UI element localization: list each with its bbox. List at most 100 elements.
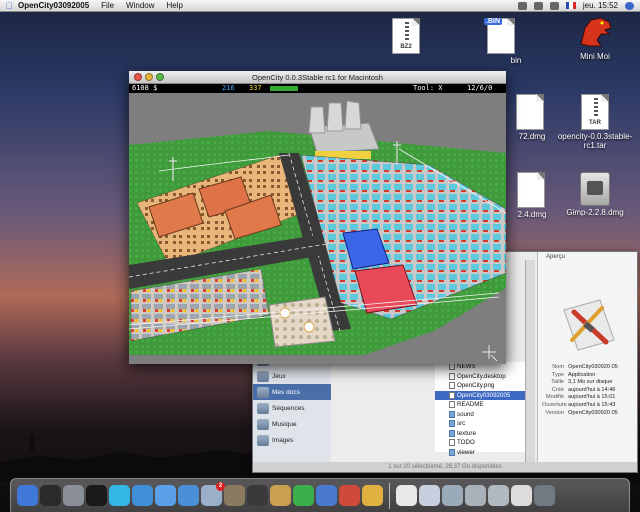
file-name: TODO <box>457 439 475 447</box>
menu-clock[interactable]: jeu. 15:52 <box>583 1 618 10</box>
finder-status-bar: 1 sur 20 sélectionné, 26,37 Go disponibl… <box>253 462 637 472</box>
finder-icon[interactable] <box>17 485 38 506</box>
bz2-archive-icon: BZ2 <box>392 18 420 54</box>
file-icon <box>449 372 455 380</box>
skype-icon[interactable] <box>109 485 130 506</box>
close-button[interactable] <box>134 73 142 81</box>
music-folder-icon <box>257 418 269 430</box>
menu-help[interactable]: Help <box>167 1 183 10</box>
file-row[interactable]: sound <box>435 410 525 420</box>
address-book-icon[interactable] <box>224 485 245 506</box>
file-name: README <box>457 401 484 409</box>
sidebar-item[interactable]: Musique <box>253 416 331 432</box>
file-row[interactable]: OpenCity03092005 <box>435 390 525 400</box>
sidebar-item[interactable]: Jeux <box>253 368 331 384</box>
menu-window[interactable]: Window <box>126 1 154 10</box>
tar-archive-icon: TAR <box>581 94 609 130</box>
bluetooth-icon[interactable] <box>517 1 527 10</box>
desktop-icon-opencity-tar[interactable]: TAR opencity-0.0.3stable-rc1.tar <box>555 94 635 150</box>
window-thumb-icon-2[interactable] <box>465 485 486 506</box>
preview-metadata: Nom OpenCity030920 05 Type Application Taill… <box>542 364 636 417</box>
metadata-key: Ouverture <box>542 401 567 408</box>
bin-file-icon: .BIN <box>484 18 515 54</box>
hud-commercial: 216 <box>222 84 235 92</box>
application-icon <box>563 299 615 351</box>
iphoto-icon[interactable] <box>316 485 337 506</box>
metadata-key: Nom <box>552 364 564 370</box>
photo-icon[interactable] <box>247 485 268 506</box>
weather-icon[interactable] <box>155 485 176 506</box>
file-row[interactable]: texture <box>435 429 525 439</box>
preview-icon[interactable] <box>270 485 291 506</box>
window-thumb-icon-1[interactable] <box>442 485 463 506</box>
dock-separator <box>389 482 390 509</box>
mail-icon[interactable]: 2 <box>201 482 225 506</box>
opencity-titlebar[interactable]: OpenCity 0.0.3Stable rc1 for Macintosh <box>129 71 506 84</box>
file-name: NEWS <box>457 363 476 371</box>
metadata-value: Application <box>568 371 596 378</box>
file-row[interactable]: TODO <box>435 438 525 448</box>
desktop-icon-label: 2.4.dmg <box>517 210 547 219</box>
jeux-folder-icon <box>257 370 269 382</box>
xcode-icon[interactable] <box>362 485 383 506</box>
folder-icon <box>449 410 455 418</box>
metadata-key: Type <box>551 371 564 378</box>
file-icon <box>449 382 455 390</box>
opencity-window: OpenCity 0.0.3Stable rc1 for Macintosh 6… <box>129 71 506 364</box>
desktop-icon-bz2[interactable]: BZ2 <box>366 18 446 54</box>
file-icon <box>449 391 455 399</box>
hud-funds: 6108 $ <box>132 84 158 92</box>
sidebar-item-label: Jeux <box>272 372 286 380</box>
document-thumb-icon[interactable] <box>419 485 440 506</box>
volume-icon[interactable] <box>549 1 559 10</box>
desktop-icon-mini-moi[interactable]: Mini Moi <box>555 14 635 61</box>
trash-icon[interactable] <box>534 485 555 506</box>
dmg-file-icon <box>517 172 545 208</box>
sidebar-item[interactable]: Images <box>253 432 331 448</box>
window-title: OpenCity 0.0.3Stable rc1 for Macintosh <box>252 72 383 82</box>
file-name: sound <box>457 410 474 418</box>
safari-icon[interactable] <box>178 485 199 506</box>
file-row[interactable]: src <box>435 419 525 429</box>
apple-menu-icon[interactable]:  <box>0 1 18 11</box>
city-3d-view[interactable] <box>129 93 506 364</box>
dashboard-icon[interactable] <box>40 485 61 506</box>
preview-header: Aperçu <box>546 254 566 260</box>
park-lot <box>268 296 336 348</box>
system-preferences-icon[interactable] <box>63 485 84 506</box>
terminal-icon[interactable] <box>86 485 107 506</box>
hud-tool: Tool: X <box>413 84 443 92</box>
file-row[interactable]: OpenCity.png <box>435 381 525 391</box>
metadata-value: 3,1 Mo sur disque <box>568 379 613 386</box>
window-thumb-icon-3[interactable] <box>488 485 509 506</box>
zoom-button[interactable] <box>156 73 164 81</box>
desktop-icon-label: bin <box>510 56 522 65</box>
screenshot-thumb-icon[interactable] <box>511 485 532 506</box>
menu-file[interactable]: File <box>101 1 114 10</box>
hud-industrial: 337 <box>249 84 262 92</box>
finder-scrollbar[interactable] <box>525 260 535 463</box>
file-row[interactable]: OpenCity.desktop <box>435 372 525 382</box>
file-row[interactable]: README <box>435 400 525 410</box>
metadata-key: Version <box>545 409 564 416</box>
file-name: texture <box>457 429 476 437</box>
hud-date[interactable]: 12/6/0 <box>467 84 492 93</box>
spotlight-icon[interactable] <box>625 1 634 10</box>
wifi-icon[interactable] <box>533 1 543 10</box>
menu-app-name[interactable]: OpenCity03092005 <box>18 1 89 10</box>
textedit-icon[interactable] <box>396 485 417 506</box>
dmg-file-icon <box>516 94 544 130</box>
minimize-button[interactable] <box>145 73 153 81</box>
disk-image-icon <box>580 172 610 206</box>
gnome-icon[interactable] <box>132 485 153 506</box>
sidebar-item[interactable]: Séquences <box>253 400 331 416</box>
metadata-value: aujourd'hui à 14:46 <box>568 386 616 393</box>
keyboard-flag-icon[interactable] <box>565 2 576 9</box>
imovie-icon[interactable] <box>339 485 360 506</box>
desktop-icon-bin[interactable]: .BIN bin <box>461 18 541 65</box>
sidebar-item[interactable]: Mes docs <box>253 384 331 400</box>
file-row[interactable]: viewer <box>435 448 525 458</box>
finder-file-list: NEWS OpenCity.desktop OpenCity.png OpenCity… <box>435 362 525 456</box>
itunes-icon[interactable] <box>293 485 314 506</box>
desktop-icon-gimp[interactable]: Gimp-2.2.8.dmg <box>555 172 635 217</box>
